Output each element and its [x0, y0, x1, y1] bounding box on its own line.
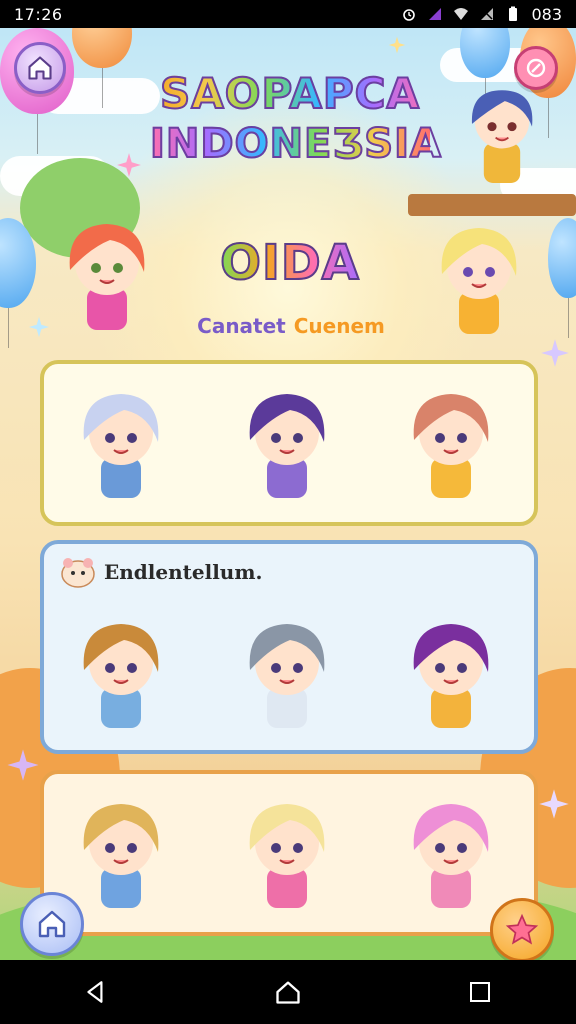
blue-balloon	[548, 218, 576, 338]
status-icons: 083	[401, 5, 562, 24]
star-icon	[505, 913, 539, 945]
title-line-2: INDONEƷSIA	[149, 120, 442, 168]
subtitle-part-a: Canatet	[197, 314, 286, 338]
character-mouth	[113, 859, 129, 864]
panel-1-character-1[interactable]	[66, 378, 176, 508]
character-eye	[435, 843, 445, 853]
back-button[interactable]	[76, 972, 116, 1012]
system-nav-bar	[0, 960, 576, 1024]
character-corner-right	[471, 90, 533, 183]
character-mouth	[279, 679, 295, 684]
star-sparkle-icon	[541, 339, 569, 367]
favorite-star-button[interactable]	[490, 898, 554, 960]
wifi-icon	[454, 8, 469, 20]
orange-balloon	[72, 28, 132, 108]
signal-icon	[429, 8, 442, 20]
character-mouth	[113, 449, 129, 454]
character-mouth	[279, 449, 295, 454]
alarm-icon	[403, 9, 416, 21]
character-eye	[457, 843, 467, 853]
recents-button[interactable]	[460, 972, 500, 1012]
home-button-top[interactable]	[14, 42, 66, 94]
subtitle-part-b: Cuenem	[293, 314, 385, 338]
home-outline-icon	[276, 981, 300, 1004]
star-sparkle-icon	[117, 153, 141, 177]
status-bar: 17:26 083	[0, 0, 576, 28]
character-eye	[457, 433, 467, 443]
character-eye	[127, 663, 137, 673]
star-sparkle-icon	[28, 316, 50, 338]
character-mouth	[113, 679, 129, 684]
character-mouth	[443, 859, 459, 864]
character-eye	[271, 843, 281, 853]
character-eye	[127, 433, 137, 443]
character-eye	[435, 663, 445, 673]
character-panel-2[interactable]: Endlentellum.	[40, 540, 538, 754]
game-subtitle: Canatet Cuenem	[186, 314, 396, 338]
character-eye	[435, 433, 445, 443]
character-panel-1[interactable]	[40, 360, 538, 526]
game-scene: SAOPAPCA INDONEƷSIA OIDA Canatet Cuenem	[0, 28, 576, 960]
panel-3-character-1[interactable]	[66, 788, 176, 918]
panel-2-character-1[interactable]	[66, 608, 176, 738]
home-button-bottom[interactable]	[20, 892, 84, 956]
title-line-1: SAOPAPCA	[150, 68, 430, 120]
battery-icon	[509, 6, 518, 21]
character-mouth	[443, 679, 459, 684]
panel-1-character-3[interactable]	[396, 378, 506, 508]
character-mouth	[279, 859, 295, 864]
star-sparkle-icon	[539, 789, 569, 819]
hamster-icon	[61, 558, 95, 588]
character-dress	[483, 143, 521, 183]
character-eye	[105, 433, 115, 443]
character-eye	[293, 663, 303, 673]
character-eye	[271, 433, 281, 443]
panel-2-title: Endlentellum.	[104, 560, 263, 584]
panel-3-character-2[interactable]	[232, 788, 342, 918]
panel-2-character-3[interactable]	[396, 608, 506, 738]
character-panel-3[interactable]	[40, 770, 538, 936]
home-nav-button[interactable]	[268, 972, 308, 1012]
game-title: SAOPAPCA INDONEƷSIA	[149, 68, 442, 168]
battery-level: 083	[531, 4, 562, 24]
character-top-right	[441, 228, 517, 334]
logo-text: OIDA	[219, 234, 360, 292]
character-eye	[293, 843, 303, 853]
star-sparkle-icon	[388, 36, 406, 54]
character-eye	[105, 843, 115, 853]
character-eye	[127, 843, 137, 853]
recents-icon	[470, 982, 490, 1002]
panel-2-character-2[interactable]	[232, 608, 342, 738]
panel-3-character-3[interactable]	[396, 788, 506, 918]
back-icon	[87, 981, 103, 1003]
home-icon	[28, 56, 52, 80]
home-icon	[38, 910, 66, 938]
game-logo: OIDA	[210, 228, 370, 298]
panel-1-character-2[interactable]	[232, 378, 342, 508]
character-eye	[105, 663, 115, 673]
character-top-left	[69, 224, 145, 330]
status-time: 17:26	[14, 4, 63, 24]
character-eye	[293, 433, 303, 443]
star-sparkle-icon	[7, 749, 39, 781]
no-data-icon	[481, 8, 494, 20]
character-mouth	[443, 449, 459, 454]
character-eye	[271, 663, 281, 673]
character-eye	[457, 663, 467, 673]
